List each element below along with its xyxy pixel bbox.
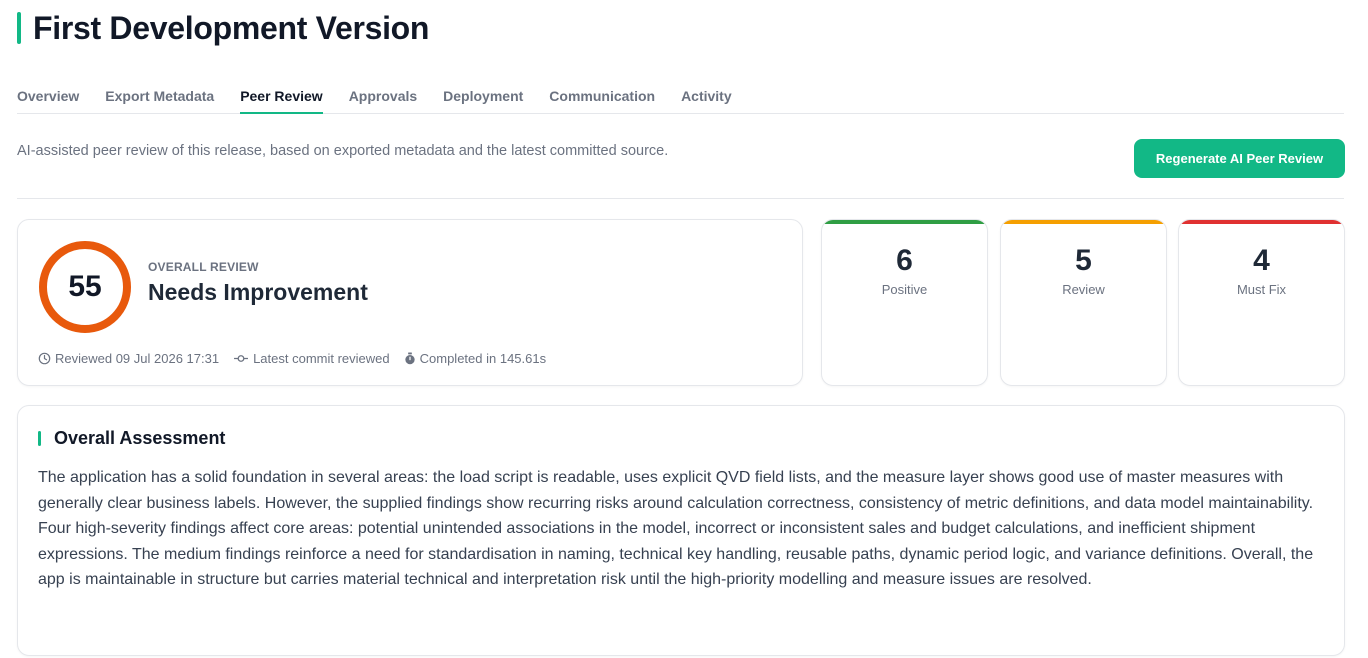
tab-export-metadata[interactable]: Export Metadata [105, 86, 214, 114]
review-meta: Reviewed 09 Jul 2026 17:31 Latest commit… [38, 351, 560, 366]
positive-count-card: 6 Positive [821, 219, 988, 386]
score-value: 55 [68, 270, 102, 303]
overall-review-card: 55 OVERALL REVIEW Needs Improvement Revi… [17, 219, 803, 386]
assessment-title: Overall Assessment [54, 428, 226, 448]
overall-assessment-card: Overall Assessment The application has a… [17, 405, 1345, 656]
tab-deployment[interactable]: Deployment [443, 86, 523, 114]
section-divider [17, 198, 1344, 199]
git-commit-icon [234, 355, 249, 362]
tab-approvals[interactable]: Approvals [349, 86, 417, 114]
assessment-body: The application has a solid foundation i… [38, 469, 1314, 589]
review-count-card: 5 Review [1000, 219, 1167, 386]
assessment-header: Overall Assessment [38, 428, 225, 449]
stopwatch-icon [404, 352, 415, 365]
must-fix-count-card: 4 Must Fix [1178, 219, 1345, 386]
positive-color-bar [822, 220, 987, 224]
completed-duration-text: Completed in 145.61s [419, 351, 547, 366]
intro-text: AI-assisted peer review of this release,… [17, 143, 669, 159]
must-fix-count: 4 [1253, 244, 1270, 277]
clock-icon [38, 352, 51, 365]
commit-reviewed-text: Latest commit reviewed [253, 351, 390, 366]
positive-count: 6 [896, 244, 913, 277]
reviewed-time: Reviewed 09 Jul 2026 17:31 [38, 351, 219, 366]
title-accent-bar [17, 12, 21, 44]
page-header: First Development Version [17, 10, 429, 46]
review-label: Review [1062, 282, 1105, 297]
overall-review-status: Needs Improvement [148, 279, 368, 305]
overall-review-label: OVERALL REVIEW [148, 260, 259, 274]
reviewed-time-text: Reviewed 09 Jul 2026 17:31 [55, 351, 220, 366]
completed-duration: Completed in 145.61s [404, 351, 546, 366]
commit-reviewed: Latest commit reviewed [233, 351, 390, 366]
must-fix-label: Must Fix [1236, 282, 1287, 297]
tab-overview[interactable]: Overview [17, 86, 79, 114]
must-fix-color-bar [1179, 220, 1344, 224]
positive-label: Positive [881, 282, 928, 297]
regenerate-peer-review-button[interactable]: Regenerate AI Peer Review [1134, 139, 1345, 178]
tab-peer-review[interactable]: Peer Review [240, 86, 323, 114]
review-count: 5 [1075, 244, 1092, 277]
tab-bar: Overview Export Metadata Peer Review App… [17, 86, 1344, 114]
assessment-accent-bar [38, 431, 41, 446]
review-color-bar [1001, 220, 1166, 224]
page-title: First Development Version [33, 9, 430, 46]
tab-activity[interactable]: Activity [681, 86, 732, 114]
tab-communication[interactable]: Communication [549, 86, 655, 114]
